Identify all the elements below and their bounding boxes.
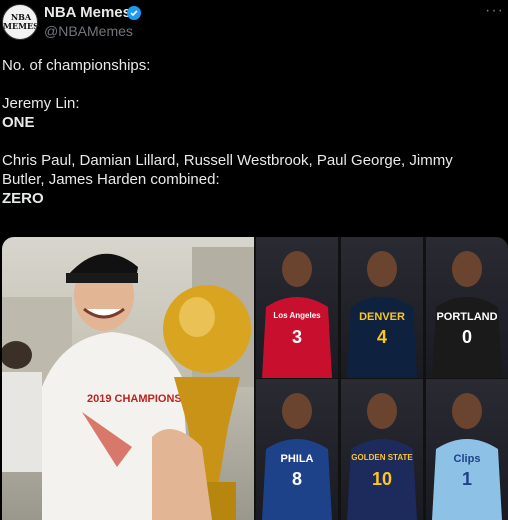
avatar-logo: NBA MEMES [3,12,38,31]
player-photo: Los Angeles 3 [256,237,338,378]
jersey-number: 1 [461,469,472,489]
jersey-team: PHILA [280,453,314,465]
tweet-line: ZERO [2,190,44,207]
jersey-team: Clips [453,453,481,465]
player-photo: Clips 1 [426,379,508,520]
author-handle[interactable]: @NBAMemes [44,23,133,39]
jersey-number: 3 [291,327,302,347]
player-photo: PORTLAND 0 [426,237,508,378]
jersey-number: 0 [461,327,472,347]
jersey-number: 10 [371,469,393,489]
jersey-number: 8 [291,469,302,489]
player-grid: Los Angeles 3 DENVER 4 PORTLAND 0 PHILA 8 GOLDEN… [256,237,508,520]
jeremy-lin-trophy-photo: 2019 CHAMPIONS [2,237,254,520]
trophy-banner-text: 2019 CHAMPIONS [87,393,182,405]
player-photo: DENVER 4 [341,237,423,378]
tweet-line [2,75,502,94]
verified-badge-icon [127,6,141,20]
tweet-line: Butler, James Harden combined: [2,171,220,188]
jersey-team: PORTLAND [436,311,498,323]
tweet-header: NBA MEMES NBA Memes @NBAMemes ··· [0,0,508,50]
jersey-team: Los Angeles [273,311,321,320]
tweet-text: No. of championships: Jeremy Lin: ONE Chris… [2,56,502,208]
tweet-line: ONE [2,114,35,131]
jersey-team: DENVER [359,311,405,323]
tweet-line: No. of championships: [2,57,151,74]
more-options-icon[interactable]: ··· [485,2,504,20]
jersey-number: 4 [376,327,387,347]
tweet-line [2,132,502,151]
jersey-team: GOLDEN STATE [351,453,413,462]
tweet-line: Jeremy Lin: [2,95,80,112]
tweet-line: Chris Paul, Damian Lillard, Russell West… [2,152,453,169]
player-photo: PHILA 8 [256,379,338,520]
tweet-media[interactable]: 2019 CHAMPIONS Los Angeles 3 DENVER 4 PORTLA… [2,237,508,520]
author-display-name[interactable]: NBA Memes [44,4,131,21]
player-photo: GOLDEN STATE 10 [341,379,423,520]
avatar[interactable]: NBA MEMES [2,4,38,40]
